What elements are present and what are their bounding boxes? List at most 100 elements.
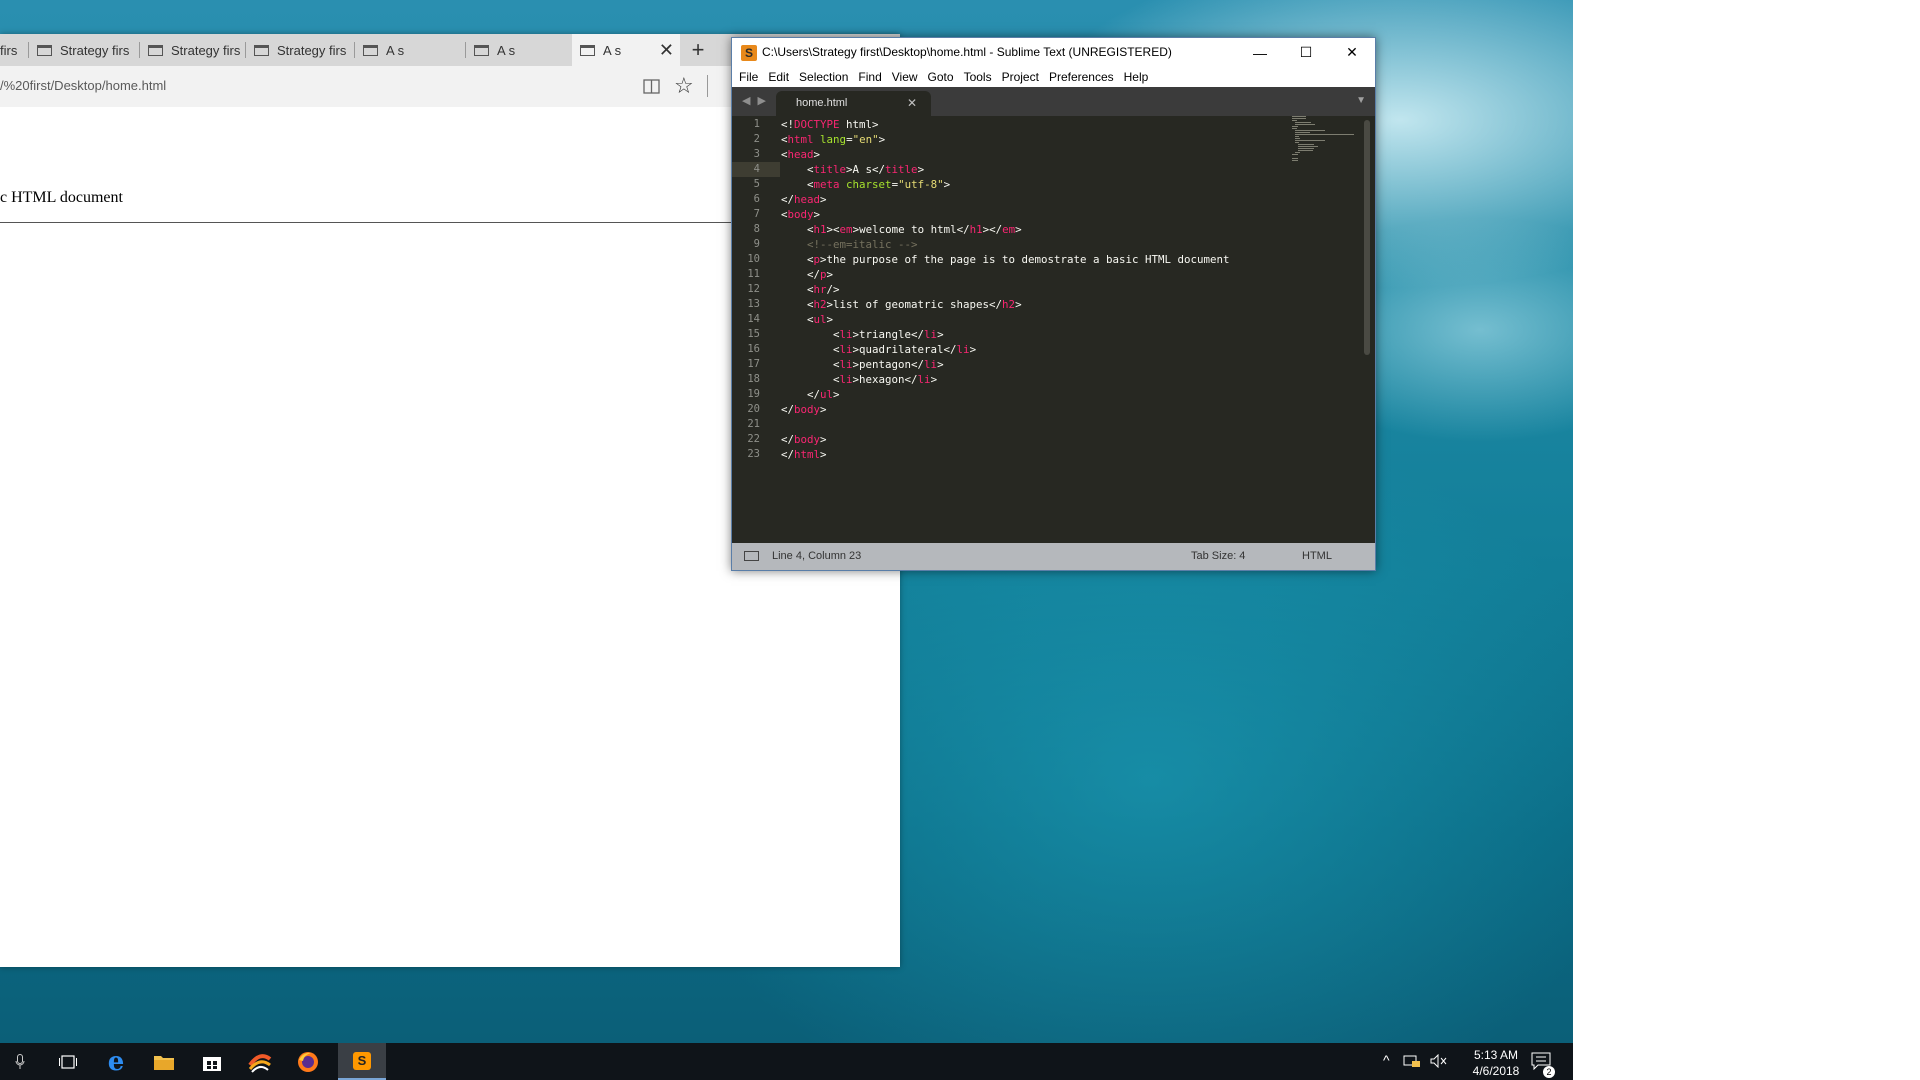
- code-line[interactable]: </head>: [781, 192, 827, 207]
- menu-edit[interactable]: Edit: [768, 70, 789, 84]
- tab-size-indicator[interactable]: Tab Size: 4: [1191, 550, 1245, 562]
- line-number: 11: [747, 268, 760, 280]
- line-number: 17: [747, 358, 760, 370]
- minimap[interactable]: [1292, 116, 1364, 176]
- code-line[interactable]: <!--em=italic -->: [781, 237, 918, 252]
- code-line[interactable]: <h1><em>welcome to html</h1></em>: [781, 222, 1022, 237]
- microphone-icon[interactable]: [0, 1043, 40, 1080]
- close-tab-icon[interactable]: ✕: [659, 40, 674, 61]
- syntax-indicator[interactable]: HTML: [1302, 550, 1332, 562]
- firefox-icon[interactable]: [284, 1043, 332, 1080]
- code-line[interactable]: <html lang="en">: [781, 132, 885, 147]
- page-icon: [148, 44, 163, 56]
- minimap-line: [1292, 116, 1306, 117]
- task-view-icon[interactable]: [44, 1043, 92, 1080]
- clock-date[interactable]: 4/6/2018: [1466, 1064, 1526, 1078]
- tab-title: Strategy firs: [60, 42, 130, 58]
- menu-file[interactable]: File: [739, 70, 758, 84]
- browser-tab[interactable]: Strategy firs: [246, 34, 354, 66]
- volume-muted-icon[interactable]: [1430, 1053, 1448, 1071]
- minimap-line: [1292, 118, 1307, 119]
- network-icon[interactable]: [1403, 1054, 1421, 1071]
- new-tab-button[interactable]: +: [684, 34, 712, 66]
- line-number: 15: [747, 328, 760, 340]
- minimap-line: [1295, 136, 1299, 137]
- close-tab-icon[interactable]: ✕: [907, 96, 917, 110]
- minimap-line: [1298, 150, 1313, 151]
- tray-chevron-icon[interactable]: ^: [1383, 1052, 1390, 1068]
- edge-icon[interactable]: e: [92, 1043, 140, 1080]
- minimap-line: [1292, 158, 1299, 159]
- code-line[interactable]: <li>hexagon</li>: [781, 372, 937, 387]
- panel-toggle-icon[interactable]: [744, 551, 759, 561]
- code-line[interactable]: <ul>: [781, 312, 833, 327]
- code-line[interactable]: <p>the purpose of the page is to demostr…: [781, 252, 1230, 267]
- sublime-text-icon[interactable]: S: [338, 1043, 386, 1080]
- line-number: 16: [747, 343, 760, 355]
- code-line[interactable]: <meta charset="utf-8">: [781, 177, 950, 192]
- tab-nav-arrows-icon[interactable]: ◀ ▶: [742, 94, 768, 107]
- browser-tab[interactable]: Strategy firs: [29, 34, 139, 66]
- code-line[interactable]: <li>quadrilateral</li>: [781, 342, 976, 357]
- line-number: 12: [747, 283, 760, 295]
- vertical-scrollbar[interactable]: [1364, 120, 1370, 355]
- code-line[interactable]: </p>: [781, 267, 833, 282]
- browser-tab-active[interactable]: A s ✕: [572, 34, 680, 66]
- line-number: 4: [753, 163, 760, 175]
- minimap-line: [1292, 126, 1299, 127]
- line-number-gutter: 1 2 3 4 5 6 7 8 9 10 11 12 13 14 15 16 17 18 19 20 21 22 23: [732, 116, 766, 543]
- minimap-line: [1295, 142, 1299, 143]
- code-line[interactable]: </body>: [781, 432, 827, 447]
- menu-project[interactable]: Project: [1002, 70, 1039, 84]
- menu-tools[interactable]: Tools: [964, 70, 992, 84]
- store-icon[interactable]: [188, 1043, 236, 1080]
- menu-view[interactable]: View: [892, 70, 918, 84]
- code-line[interactable]: <h2>list of geomatric shapes</h2>: [781, 297, 1022, 312]
- minimap-line: [1298, 148, 1314, 149]
- file-explorer-icon[interactable]: [140, 1043, 188, 1080]
- tab-title: Strategy firs: [277, 42, 347, 58]
- tab-dropdown-icon[interactable]: ▼: [1356, 95, 1366, 106]
- minimize-button[interactable]: —: [1237, 38, 1283, 67]
- cursor-position: Line 4, Column 23: [772, 550, 862, 562]
- title-bar: S C:\Users\Strategy first\Desktop\home.h…: [732, 38, 1375, 67]
- url-field[interactable]: /%20first/Desktop/home.html: [0, 78, 166, 93]
- code-line[interactable]: <hr/>: [781, 282, 840, 297]
- page-icon: [474, 44, 489, 56]
- line-number: 5: [753, 178, 760, 190]
- minimap-line: [1292, 120, 1298, 121]
- code-line[interactable]: </body>: [781, 402, 827, 417]
- code-line[interactable]: </html>: [781, 447, 827, 462]
- browser-tab[interactable]: firs: [0, 34, 28, 66]
- code-line[interactable]: <body>: [781, 207, 820, 222]
- line-number: 19: [747, 388, 760, 400]
- favorite-star-icon[interactable]: ☆: [674, 75, 694, 97]
- browser-tab[interactable]: Strategy firs: [140, 34, 245, 66]
- page-icon: [37, 44, 52, 56]
- reading-view-icon[interactable]: [643, 79, 660, 94]
- code-line[interactable]: </ul>: [781, 387, 840, 402]
- code-line[interactable]: <title>A s</title>: [781, 162, 924, 177]
- browser-tab[interactable]: A s: [466, 34, 572, 66]
- line-number: 1: [753, 118, 760, 130]
- maximize-button[interactable]: ☐: [1283, 38, 1329, 67]
- menu-preferences[interactable]: Preferences: [1049, 70, 1114, 84]
- tab-title: A s: [603, 42, 622, 58]
- code-line[interactable]: <li>pentagon</li>: [781, 357, 944, 372]
- editor-tab-home-html[interactable]: home.html ✕: [776, 91, 931, 116]
- code-line[interactable]: <!DOCTYPE html>: [781, 117, 879, 132]
- menu-find[interactable]: Find: [858, 70, 881, 84]
- menu-goto[interactable]: Goto: [928, 70, 954, 84]
- code-line[interactable]: <head>: [781, 147, 820, 162]
- code-editor[interactable]: 1 2 3 4 5 6 7 8 9 10 11 12 13 14 15 16 17 18 19 20 21 22 23 <!…: [732, 116, 1375, 543]
- browser-tab[interactable]: A s: [355, 34, 465, 66]
- menu-selection[interactable]: Selection: [799, 70, 848, 84]
- line-number: 13: [747, 298, 760, 310]
- minimap-line: [1295, 130, 1325, 131]
- close-button[interactable]: ✕: [1329, 38, 1375, 67]
- clock-time[interactable]: 5:13 AM: [1466, 1048, 1526, 1062]
- line-number: 22: [747, 433, 760, 445]
- menu-help[interactable]: Help: [1124, 70, 1149, 84]
- code-line[interactable]: <li>triangle</li>: [781, 327, 944, 342]
- colorful-app-icon[interactable]: [236, 1043, 284, 1080]
